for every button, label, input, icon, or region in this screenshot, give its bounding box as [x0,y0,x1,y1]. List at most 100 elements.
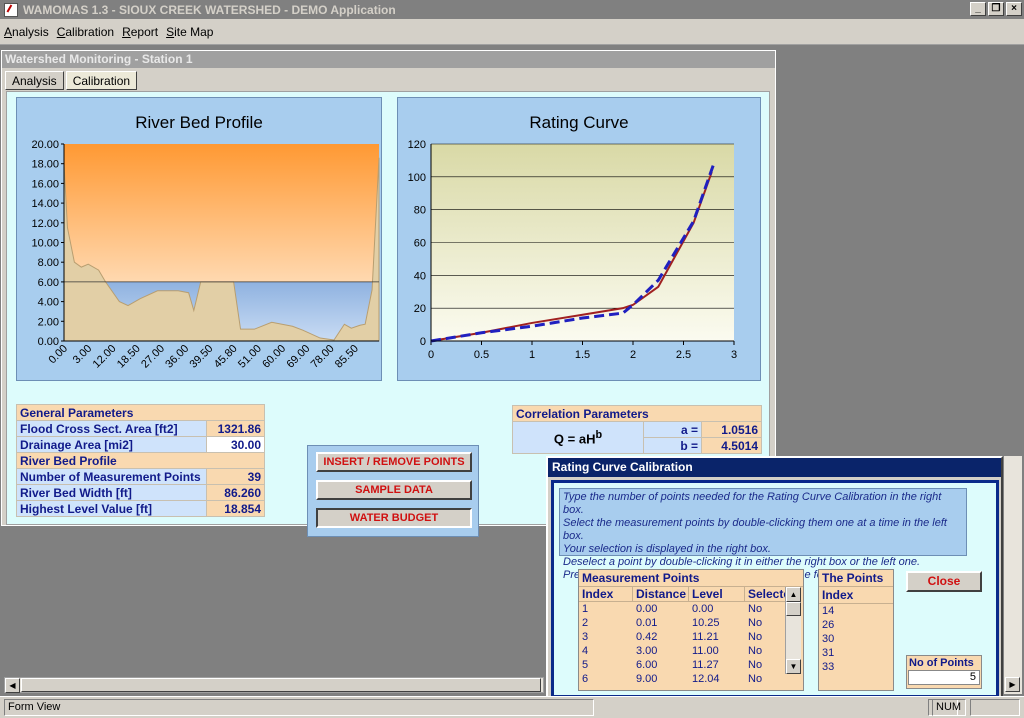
x-tick-label: 3 [731,349,737,361]
column-header: Distance [633,587,689,602]
y-tick-label: 80 [414,205,426,217]
minimize-button[interactable]: _ [970,2,986,16]
cell: 4 [582,645,589,657]
general-parameters-header: General Parameters [16,404,265,421]
list-item[interactable]: 4 3.00 11.00 No [579,644,805,658]
highest-level-value: 18.854 [206,500,265,517]
x-tick-label: 78.00 [309,343,337,371]
x-tick-label: 45.80 [212,343,240,371]
instruction-line: Select the measurement points by double-… [563,517,947,542]
x-tick-label: 1 [529,349,535,361]
x-tick-label: 2.5 [676,349,691,361]
scroll-thumb[interactable] [786,602,801,616]
title-bar: WAMOMAS 1.3 - SIOUX CREEK WATERSHED - DE… [0,0,1024,19]
y-tick-label: 40 [414,270,426,282]
b-value: 4.5014 [701,437,762,454]
the-points-index-header: Index [819,587,893,604]
no-of-points-box: No of Points 5 [906,655,982,689]
rating-curve-calibration-dialog: Rating Curve Calibration Type the number… [546,456,1003,702]
scroll-up-icon[interactable]: ▲ [786,587,801,602]
y-tick-label: 4.00 [38,297,59,309]
scroll-thumb[interactable] [21,678,541,692]
water-budget-button[interactable]: WATER BUDGET [316,508,472,528]
x-tick-label: 1.5 [575,349,590,361]
y-tick-label: 10.00 [31,238,59,250]
x-tick-label: 51.00 [236,343,264,371]
list-item[interactable]: 14 [822,604,893,618]
cell: 10.25 [692,617,720,629]
list-item[interactable]: 1 0.00 0.00 No [579,602,805,616]
list-item[interactable]: 6 9.00 12.04 No [579,672,805,686]
status-blank-2 [970,699,1020,716]
x-tick-label: 69.00 [284,343,312,371]
cell: No [748,645,763,657]
cell: 6 [582,673,589,685]
list-scrollbar[interactable]: ▲ ▼ [785,587,801,674]
horizontal-scrollbar[interactable]: ◀ [4,677,544,693]
menu-site-map[interactable]: Site Map [166,25,213,39]
general-parameters-table: General Parameters Flood Cross Sect. Are… [16,404,265,517]
rating-curve-svg: 0 20 40 60 80 100 120 0 0.5 1 1.5 2 2.5 3 [408,139,737,361]
menu-bar: Analysis Calibration Report Site Map [0,19,1024,45]
menu-calibration[interactable]: Calibration [57,25,114,39]
river-bed-profile-header: River Bed Profile [16,452,265,469]
list-item[interactable]: 2 0.01 10.25 No [579,616,805,630]
y-tick-label: 18.00 [31,159,59,171]
flood-area-value: 1321.86 [206,420,265,437]
button-panel: INSERT / REMOVE POINTS SAMPLE DATA WATER… [307,445,479,537]
cell: 5 [582,659,589,671]
cell: 0.01 [636,617,658,629]
the-points-list[interactable]: The Points Index 14 26 30 31 33 [818,569,894,691]
no-of-points-input[interactable]: 5 [908,670,980,685]
cell: No [748,659,763,671]
x-tick-label: 18.50 [115,343,143,371]
cell: 0.42 [636,631,658,643]
list-item[interactable]: 26 [822,618,893,632]
highest-level-label: Highest Level Value [ft] [16,500,207,517]
measurement-points-label: Number of Measurement Points [16,468,207,485]
close-window-button[interactable]: × [1006,2,1022,16]
restore-button[interactable]: ❐ [988,2,1004,16]
x-tick-label: 0 [428,349,434,361]
tab-analysis[interactable]: Analysis [5,71,64,90]
y-tick-label: 100 [408,172,426,184]
scroll-down-icon[interactable]: ▼ [786,659,801,674]
app-icon [4,2,18,17]
cell: 2 [582,617,589,629]
list-item[interactable]: 30 [822,632,893,646]
scroll-right-icon[interactable]: ▶ [1005,677,1020,692]
menu-report[interactable]: Report [122,25,158,39]
correlation-table: Correlation Parameters Q = aHb a = 1.0516… [512,405,762,454]
no-of-points-label: No of Points [909,657,974,669]
cell: 3 [582,631,589,643]
watershed-form: Watershed Monitoring - Station 1 Analysi… [1,50,776,537]
menu-analysis[interactable]: Analysis [4,25,49,39]
list-item[interactable]: 3 0.42 11.21 No [579,630,805,644]
cell: 0.00 [692,603,714,615]
cell: No [748,617,763,629]
instruction-line: Deselect a point by double-clicking it i… [563,556,921,568]
vertical-scrollbar[interactable]: ▶ [1004,456,1022,694]
status-bar: Form View NUM [0,696,1024,718]
column-header: Selected [745,587,797,602]
y-tick-label: 2.00 [38,316,59,328]
close-button[interactable]: Close [906,571,982,592]
tab-calibration[interactable]: Calibration [65,71,138,90]
cell: 11.21 [692,631,719,643]
app-title: WAMOMAS 1.3 - SIOUX CREEK WATERSHED - DE… [23,2,396,17]
x-tick-label: 0.5 [474,349,489,361]
list-item[interactable]: 5 6.00 11.27 No [579,658,805,672]
sample-data-button[interactable]: SAMPLE DATA [316,480,472,500]
insert-remove-points-button[interactable]: INSERT / REMOVE POINTS [316,452,472,472]
flood-area-label: Flood Cross Sect. Area [ft2] [16,420,207,437]
y-tick-label: 120 [408,139,426,151]
scroll-left-icon[interactable]: ◀ [5,678,20,693]
measurement-points-list[interactable]: Measurement Points Index Distance Level Sel… [578,569,804,691]
cell: 11.00 [692,645,719,657]
drainage-area-field[interactable]: 30.00 [206,436,265,453]
list-item[interactable]: 31 [822,646,893,660]
cell: 12.04 [692,673,720,685]
measurement-points-value: 39 [206,468,265,485]
list-item[interactable]: 33 [822,660,893,674]
cell: 6.00 [636,659,658,671]
